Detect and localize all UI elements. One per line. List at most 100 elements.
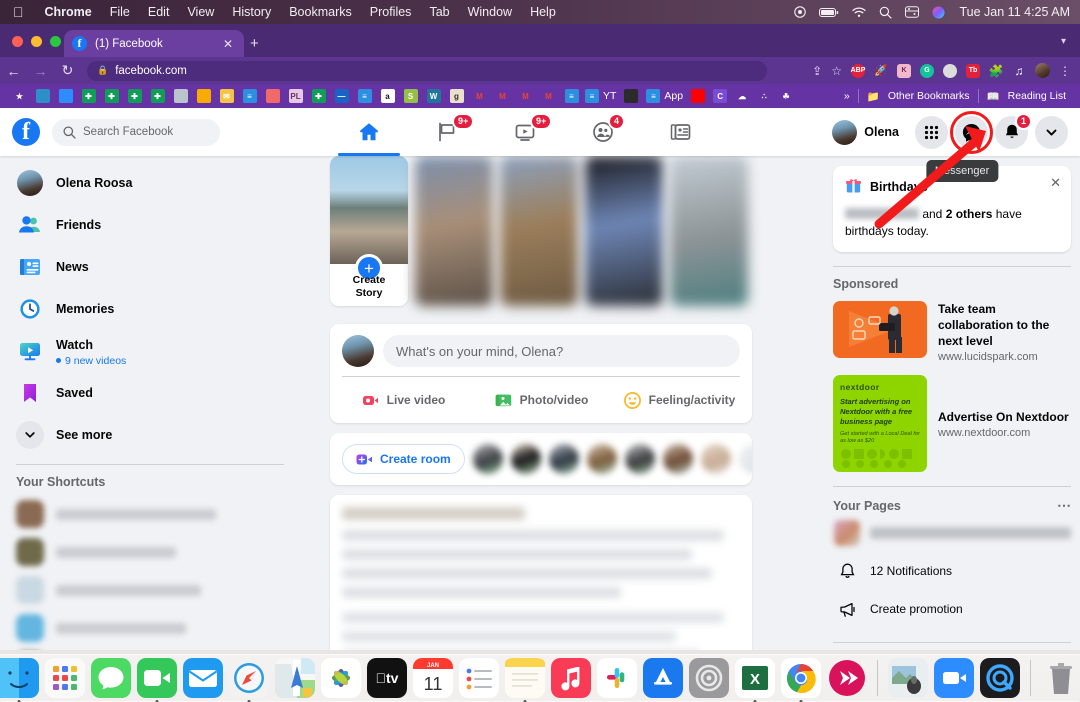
menu-bookmarks[interactable]: Bookmarks — [280, 5, 361, 19]
sidebar-item-friends[interactable]: Friends — [8, 204, 292, 246]
bookmark-yt[interactable]: ≡ YT — [583, 89, 622, 103]
grammarly-extension-icon[interactable]: G — [920, 63, 934, 78]
docs-bookmark-3[interactable]: ≡ — [560, 89, 583, 103]
shortcut-item[interactable] — [8, 609, 292, 647]
asana-bookmark[interactable] — [261, 89, 284, 103]
dock-finder[interactable] — [0, 658, 39, 702]
story-card[interactable] — [670, 156, 748, 306]
docs-bookmark-2[interactable]: ≡ — [353, 89, 376, 103]
menu-chrome[interactable]: Chrome — [36, 5, 101, 19]
dock-maps[interactable] — [275, 658, 315, 698]
puzzle-extensions-icon[interactable]: 🧩 — [989, 64, 1004, 78]
room-contact-avatar[interactable] — [510, 444, 541, 474]
room-contact-avatar[interactable] — [700, 444, 731, 474]
story-card[interactable] — [500, 156, 578, 306]
live-video-button[interactable]: Live video — [334, 384, 472, 416]
facebook-logo-icon[interactable]: f — [12, 118, 40, 146]
page-notifications[interactable]: 12 Notifications — [833, 552, 1071, 590]
sidebar-item-news[interactable]: News — [8, 246, 292, 288]
dock-quicktime[interactable] — [980, 658, 1020, 698]
page-row[interactable] — [833, 514, 1071, 552]
header-profile-button[interactable]: Olena — [828, 116, 908, 149]
other-bookmarks-label[interactable]: Other Bookmarks — [888, 90, 970, 102]
control-center-icon[interactable] — [904, 6, 919, 18]
analytics-bookmark[interactable] — [192, 89, 215, 103]
playlist-extension-icon[interactable]: ♫ — [1012, 64, 1026, 78]
maximize-window-button[interactable] — [50, 36, 61, 47]
feeling-activity-button[interactable]: Feeling/activity — [610, 384, 748, 416]
docs-bookmark-1[interactable]: ≡ — [238, 89, 261, 103]
adblock-plus-extension-icon[interactable]: ABP — [851, 63, 865, 78]
feed-post-card[interactable] — [330, 495, 752, 650]
shortcut-item[interactable] — [8, 571, 292, 609]
sheets-bookmark-2[interactable]: ✚ — [100, 89, 123, 103]
photo-video-button[interactable]: Photo/video — [472, 384, 610, 416]
bookmark-youtube[interactable] — [689, 89, 711, 103]
window-traffic-lights[interactable] — [12, 36, 61, 47]
wordpress-bookmark[interactable]: W — [422, 89, 445, 103]
menubar-clock[interactable]: Tue Jan 11 4:25 AM — [958, 5, 1071, 19]
room-contact-avatar[interactable] — [624, 444, 655, 474]
new-tab-button[interactable]: + — [250, 35, 259, 52]
messenger-button[interactable]: Messenger — [925, 110, 999, 182]
tube-extension-icon[interactable]: Tb — [966, 63, 980, 78]
reload-button[interactable]: ↻ — [54, 62, 81, 79]
bookmark-c[interactable]: C — [711, 89, 733, 103]
tab-pages[interactable]: 9+ — [408, 108, 486, 156]
story-card[interactable] — [415, 156, 493, 306]
account-button[interactable] — [1035, 115, 1068, 149]
menu-help[interactable]: Help — [521, 5, 565, 19]
menu-view[interactable]: View — [178, 5, 223, 19]
menu-profiles[interactable]: Profiles — [361, 5, 421, 19]
sidebar-item-profile[interactable]: Olena Roosa — [8, 162, 292, 204]
zoom-bookmark[interactable] — [54, 89, 77, 103]
sheets-bookmark-3[interactable]: ✚ — [123, 89, 146, 103]
goodreads-bookmark[interactable]: g — [445, 89, 468, 103]
menu-file[interactable]: File — [101, 5, 139, 19]
sidebar-item-see-more[interactable]: See more — [8, 414, 292, 456]
tab-home[interactable] — [330, 108, 408, 156]
story-card[interactable] — [585, 156, 663, 306]
back-button[interactable]: ← — [0, 63, 27, 79]
dock-excel[interactable]: X — [735, 658, 775, 702]
dock-appstore[interactable] — [643, 658, 683, 698]
mail-bookmark[interactable]: ✉ — [215, 89, 238, 103]
page-create-promotion[interactable]: Create promotion — [833, 590, 1071, 628]
sidebar-item-saved[interactable]: Saved — [8, 372, 292, 414]
gmail-bookmark-4[interactable]: M — [537, 89, 560, 103]
notifications-button[interactable]: 1 — [995, 112, 1032, 149]
sheets-bookmark-5[interactable]: ✚ — [307, 89, 330, 103]
sidebar-item-memories[interactable]: Memories — [8, 288, 292, 330]
profile-avatar[interactable] — [1035, 63, 1050, 78]
dash-bookmark[interactable]: — — [330, 89, 353, 103]
pl-bookmark[interactable]: PL — [284, 89, 307, 103]
wifi-icon[interactable] — [851, 6, 866, 18]
sheets-bookmark-4[interactable]: ✚ — [146, 89, 169, 103]
dock-facetime[interactable] — [137, 658, 177, 702]
dock-messages[interactable] — [91, 658, 131, 698]
gmail-bookmark-3[interactable]: M — [514, 89, 537, 103]
tab-groups[interactable]: 4 — [564, 108, 642, 156]
sidebar-item-watch[interactable]: Watch 9 new videos — [8, 330, 292, 372]
menu-history[interactable]: History — [223, 5, 280, 19]
ad-nextdoor[interactable]: nextdoor Start advertising on Nextdoor w… — [833, 375, 1071, 472]
more-horizontal-icon[interactable]: ⋯ — [1057, 497, 1071, 514]
dock-photos[interactable] — [321, 658, 361, 698]
search-input[interactable]: Search Facebook — [52, 118, 220, 146]
amazon-bookmark[interactable]: a — [376, 89, 399, 103]
bookmark-cloud[interactable]: ☁ — [733, 89, 755, 103]
reading-list-label[interactable]: Reading List — [1008, 90, 1066, 102]
composer-input[interactable]: What's on your mind, Olena? — [383, 335, 740, 367]
gmail-bookmark-2[interactable]: M — [491, 89, 514, 103]
address-bar[interactable]: 🔒 facebook.com — [87, 60, 767, 81]
dock-launchpad[interactable] — [45, 658, 85, 698]
dock-music[interactable] — [551, 658, 591, 698]
bookmarks-overflow-button[interactable]: » — [844, 90, 850, 102]
bookmark-bull[interactable]: ☘ — [777, 89, 799, 103]
menu-window[interactable]: Window — [459, 5, 521, 19]
menu-tab[interactable]: Tab — [420, 5, 458, 19]
forward-button[interactable]: → — [27, 63, 54, 79]
dock-sendbird[interactable] — [827, 658, 867, 698]
shortcut-item[interactable] — [8, 533, 292, 571]
shopify-bookmark[interactable]: S — [399, 89, 422, 103]
